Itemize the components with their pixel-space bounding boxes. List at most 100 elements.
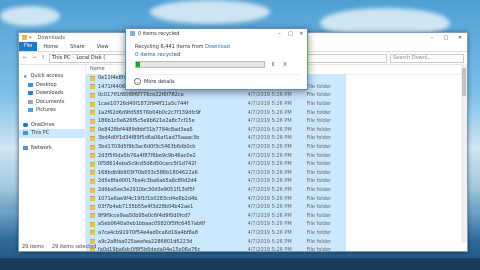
status-bar: 29 items 29 items selected [19, 243, 467, 251]
table-row[interactable]: 0e8428bf4489dbbf31b7784c8ad3ea5 4/7/2019 … [86, 125, 467, 135]
row-date: 4/7/2019 5:26 PM [247, 118, 292, 125]
tab-home[interactable]: Home [37, 44, 64, 50]
breadcrumb-this-pc[interactable]: This PC [52, 55, 70, 61]
progress-bar-fill [136, 62, 140, 67]
row-date: 4/7/2019 5:26 PM [247, 161, 292, 168]
table-row[interactable]: 3bd1703d5f9b3ac6d0f3c5463b6db0cb 4/7/2019… [86, 142, 467, 152]
row-date: 4/7/2019 5:26 PM [247, 187, 292, 194]
table-row[interactable]: a5eb0640a0eb1bbaac05820f5ffc6457ab6f 4/7/… [86, 220, 467, 229]
table-row[interactable]: 3bd4d0f1d34f89f5d6a06af1ad75aaac3b 4/7/20… [86, 134, 467, 143]
sidebar-item-quick-access[interactable]: ★ Quick access [19, 72, 85, 81]
scrollbar-thumb[interactable] [462, 68, 466, 96]
tab-file[interactable]: File [19, 42, 38, 51]
row-name-cell: 2d5e8fad0017ba4c3ba6ab5a8c80d2d4 [86, 178, 248, 184]
row-name: 3bd1703d5f9b3ac6d0f3c5463b6db0cb [98, 144, 196, 151]
row-selection: 1a2f62d6d9fd58576b04b0c2c7f139dfc9f 4/7/2… [86, 108, 346, 117]
row-name: 186b1c0e626f5c5e9b621e2a8c7cf15e [98, 118, 195, 125]
close-button[interactable]: ✕ [453, 33, 467, 42]
table-row[interactable]: 168bdb9b903f70b653c586b1804622a6 4/7/2019… [86, 168, 467, 178]
row-name: 1071e6ae9f4c19f1f1b0283cd4e6b2d4b [98, 195, 198, 202]
row-name-cell: a7ca4cb91970f54e4ad0ca6d16a4bf8a8 [86, 230, 248, 236]
table-row[interactable]: 8f9f9cce9aa50b95e0c6f4d9f0d0fcd7 4/7/2019… [86, 211, 467, 221]
row-date: 4/7/2019 5:26 PM [247, 195, 292, 202]
folder-icon [90, 187, 95, 193]
quick-access-toolbar[interactable]: ▾ [29, 35, 32, 41]
back-arrow-icon[interactable]: ← [22, 55, 28, 61]
source-folder-link[interactable]: Download [205, 44, 230, 50]
sidebar-item-downloads[interactable]: Downloads [19, 89, 85, 98]
table-row[interactable]: 2d5e8fad0017ba4c3ba6ab5a8c80d2d4 4/7/2019… [86, 177, 467, 186]
table-row[interactable]: a7ca4cb91970f54e4ad0ca6d16a4bf8a8 4/7/201… [86, 228, 467, 238]
table-row[interactable]: 186b1c0e626f5c5e9b621e2a8c7cf15e 4/7/2019… [86, 116, 467, 126]
row-name-cell: 0c017ff1f80f8f6f776ce22f6f782ca [86, 92, 248, 98]
row-name-cell: 3bd4d0f1d34f89f5d6a06af1ad75aaac3b [86, 135, 248, 141]
sidebar-item-documents[interactable]: Documents [19, 98, 85, 107]
navigation-pane: ★ Quick access Desktop Downloads Documen… [19, 64, 86, 243]
table-row[interactable]: 1071e6ae9f4c19f1f1b0283cd4e6b2d4b 4/7/201… [86, 194, 467, 203]
tab-view[interactable]: View [91, 44, 115, 50]
folder-icon [90, 204, 95, 210]
row-name-cell: 1a2f62d6d9fd58576b04b0c2c7f139dfc9f [86, 110, 248, 116]
row-date: 4/7/2019 5:26 PM [247, 212, 292, 219]
sidebar-item-this-pc[interactable]: This PC [19, 129, 85, 138]
forward-arrow-icon[interactable]: → [31, 55, 37, 61]
table-row[interactable]: 2d6ba5ee3e2910bc30d3e9051f13df5f 4/7/2019… [86, 185, 467, 195]
row-type: File folder [306, 204, 332, 211]
folder-icon [90, 213, 95, 219]
progress-bar [135, 61, 265, 68]
row-selection: 1cae10726d40f1872f94ff11a5c744f 4/7/2019 … [86, 99, 346, 109]
vertical-scrollbar[interactable] [461, 64, 467, 243]
row-name-cell: 0f58614eba5c9cd5d8d50cacc5f1d742f [86, 161, 248, 167]
dialog-close-button[interactable]: ✕ [296, 31, 307, 37]
row-selection: 8f9f9cce9aa50b95e0c6f4d9f0d0fcd7 4/7/2019… [86, 211, 346, 221]
table-row[interactable]: 03f7b4ab7135b55e4f3d28b04b42ae1 4/7/2019 … [86, 202, 467, 212]
table-row[interactable]: 1cae10726d40f1872f94ff11a5c744f 4/7/2019 … [86, 99, 467, 109]
row-name: 03f7b4ab7135b55e4f3d28b04b42ae1 [98, 204, 194, 211]
folder-icon [90, 144, 95, 150]
more-details-toggle[interactable]: ⌄ More details [134, 74, 299, 85]
chevron-down-icon: ⌄ [134, 78, 141, 85]
row-selection: 3bd1703d5f9b3ac6d0f3c5463b6db0cb 4/7/2019… [86, 142, 346, 152]
table-row[interactable]: 0f58614eba5c9cd5d8d50cacc5f1d742f 4/7/201… [86, 159, 467, 169]
sidebar-item-desktop[interactable]: Desktop [19, 81, 85, 90]
pause-button[interactable]: II [269, 62, 277, 68]
dialog-maximize-button[interactable]: □ [285, 31, 296, 37]
row-selection: 0e8428bf4489dbbf31b7784c8ad3ea5 4/7/2019 … [86, 125, 346, 135]
sidebar-item-network[interactable]: Network [19, 144, 85, 153]
folder-icon [90, 221, 95, 227]
row-type: File folder [306, 152, 332, 159]
row-name: 3bd4d0f1d34f89f5d6a06af1ad75aaac3b [98, 135, 200, 142]
folder-icon [90, 101, 95, 107]
table-row[interactable]: 1a2f62d6d9fd58576b04b0c2c7f139dfc9f 4/7/2… [86, 108, 467, 117]
row-date: 4/7/2019 5:26 PM [247, 109, 292, 116]
tab-share[interactable]: Share [64, 44, 90, 50]
cancel-button[interactable]: X [281, 62, 289, 68]
row-name: 0f58614eba5c9cd5d8d50cacc5f1d742f [98, 161, 197, 168]
up-arrow-icon[interactable]: ↑ [40, 55, 46, 61]
star-icon: ★ [23, 74, 28, 81]
item-count: 29 items [22, 244, 44, 250]
folder-icon [90, 118, 95, 124]
breadcrumb-disk[interactable]: Local Disk ( [76, 55, 105, 61]
row-selection: 2d5e8fad0017ba4c3ba6ab5a8c80d2d4 4/7/2019… [86, 177, 346, 186]
table-row[interactable]: 0c017ff1f80f8f6f776ce22f6f782ca 4/7/2019 … [86, 91, 467, 100]
row-selection: a7ca4cb91970f54e4ad0ca6d16a4bf8a8 4/7/201… [86, 228, 346, 238]
dialog-minimize-button[interactable]: – [274, 31, 285, 37]
row-type: File folder [306, 187, 332, 194]
recycle-status-line: Recycling 6,441 items from Download [135, 44, 307, 50]
row-type: File folder [306, 109, 332, 116]
sidebar-item-onedrive[interactable]: OneDrive [19, 121, 85, 130]
row-name: 168bdb9b903f70b653c586b1804622a6 [98, 169, 198, 176]
minimize-button[interactable]: – [425, 33, 439, 42]
maximize-button[interactable]: □ [439, 33, 453, 42]
folder-icon [90, 170, 95, 176]
row-type: File folder [306, 161, 332, 168]
column-header-name[interactable]: Name [86, 66, 105, 72]
row-date: 4/7/2019 5:26 PM [247, 178, 292, 185]
sidebar-item-pictures[interactable]: Pictures [19, 106, 85, 115]
taskbar [0, 258, 480, 270]
table-row[interactable]: 2d3f5f0da5b76a4f87f6be9c9b46ac0e2 4/7/201… [86, 151, 467, 160]
row-name: 0c017ff1f80f8f6f776ce22f6f782ca [98, 92, 184, 99]
search-input[interactable]: Search Downl... [390, 53, 464, 63]
row-date: 4/7/2019 5:26 PM [247, 229, 292, 236]
